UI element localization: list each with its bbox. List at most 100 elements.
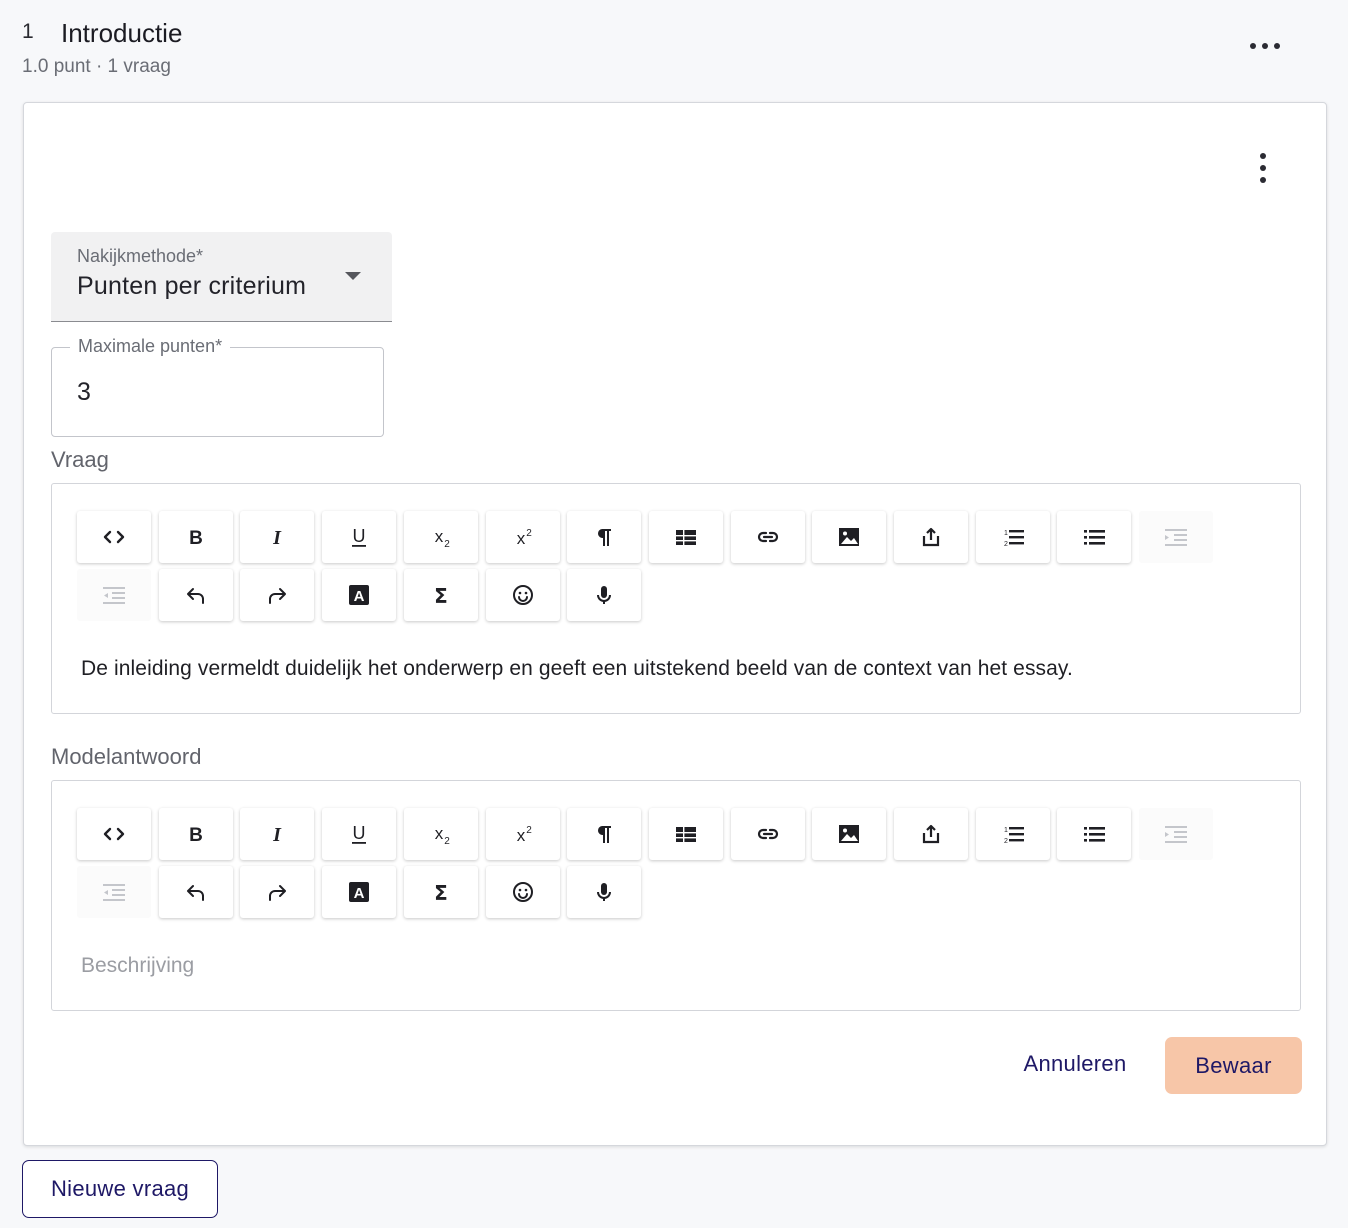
image-button[interactable] — [812, 511, 887, 563]
bullet-list-button[interactable] — [1057, 511, 1132, 563]
section-meta: 1.0 punt · 1 vraag — [22, 56, 171, 77]
link-button[interactable] — [730, 808, 805, 860]
bold-icon: B — [185, 823, 207, 845]
superscript-icon: x2 — [512, 526, 534, 548]
svg-text:2: 2 — [444, 836, 450, 845]
svg-text:B: B — [189, 825, 203, 845]
question-more-icon[interactable] — [1253, 153, 1273, 183]
section-more-icon[interactable] — [1250, 36, 1280, 56]
ordered-list-button[interactable]: 12 — [975, 511, 1050, 563]
bullet-list-icon — [1083, 823, 1106, 845]
superscript-button[interactable]: x2 — [485, 808, 560, 860]
bold-button[interactable]: B — [158, 808, 233, 860]
model-answer-placeholder[interactable]: Beschrijving — [81, 954, 194, 978]
new-question-button[interactable]: Nieuwe vraag — [22, 1160, 218, 1218]
subscript-button[interactable]: x2 — [403, 511, 478, 563]
model-answer-label: Modelantwoord — [51, 744, 202, 769]
grading-method-value: Punten per criterium — [77, 272, 307, 300]
grading-method-label: Nakijkmethode* — [77, 246, 204, 266]
svg-text:x: x — [435, 527, 444, 546]
redo-button[interactable] — [240, 569, 315, 621]
text-color-button[interactable]: A — [322, 866, 397, 918]
svg-text:2: 2 — [526, 528, 532, 539]
text-color-button[interactable]: A — [322, 569, 397, 621]
emoji-icon — [512, 881, 534, 903]
underline-button[interactable]: U — [322, 511, 397, 563]
math-button[interactable]: Σ — [403, 866, 478, 918]
cancel-button[interactable]: Annuleren — [1009, 1037, 1141, 1091]
undo-button[interactable] — [158, 569, 233, 621]
code-icon — [103, 526, 125, 548]
code-button[interactable] — [77, 808, 151, 860]
table-icon — [675, 526, 697, 548]
image-button[interactable] — [812, 808, 887, 860]
svg-text:U: U — [353, 526, 366, 546]
superscript-button[interactable]: x2 — [485, 511, 560, 563]
svg-text:x: x — [516, 826, 525, 845]
svg-text:1: 1 — [1004, 827, 1008, 834]
table-icon — [675, 823, 697, 845]
bold-icon: B — [185, 526, 207, 548]
link-icon — [757, 526, 779, 548]
upload-button[interactable] — [894, 511, 968, 563]
svg-text:2: 2 — [1004, 541, 1008, 548]
subscript-icon: x2 — [430, 526, 452, 548]
redo-icon — [266, 584, 288, 606]
indent-icon — [1164, 526, 1188, 548]
svg-text:Σ: Σ — [434, 584, 448, 606]
indent-button — [1139, 511, 1214, 563]
link-icon — [757, 823, 779, 845]
indent-button — [1139, 808, 1214, 860]
svg-text:2: 2 — [444, 539, 450, 548]
text-color-icon: A — [348, 584, 370, 606]
text-color-icon: A — [348, 881, 370, 903]
paragraph-button[interactable] — [567, 808, 642, 860]
max-points-field[interactable]: Maximale punten* 3 — [51, 336, 384, 437]
underline-button[interactable]: U — [322, 808, 397, 860]
microphone-icon — [593, 881, 615, 903]
section-number: 1 — [22, 20, 34, 43]
link-button[interactable] — [730, 511, 805, 563]
save-button[interactable]: Bewaar — [1165, 1037, 1302, 1094]
emoji-button[interactable] — [485, 866, 560, 918]
ordered-list-button[interactable]: 12 — [975, 808, 1050, 860]
italic-button[interactable]: I — [240, 511, 315, 563]
svg-text:2: 2 — [1004, 838, 1008, 845]
subscript-button[interactable]: x2 — [403, 808, 478, 860]
microphone-button[interactable] — [567, 569, 642, 621]
outdent-button — [77, 866, 151, 918]
undo-icon — [185, 584, 207, 606]
table-button[interactable] — [648, 511, 723, 563]
italic-button[interactable]: I — [240, 808, 315, 860]
superscript-icon: x2 — [512, 823, 534, 845]
upload-button[interactable] — [894, 808, 968, 860]
question-editor[interactable]: BIUx2x212AΣ De inleiding vermeldt duidel… — [51, 483, 1301, 714]
outdent-button — [77, 569, 151, 621]
paragraph-icon — [593, 526, 615, 548]
emoji-button[interactable] — [485, 569, 560, 621]
svg-text:I: I — [272, 527, 282, 548]
math-icon: Σ — [430, 584, 452, 606]
section-header: 1 Introductie 1.0 punt · 1 vraag — [22, 18, 1322, 82]
underline-icon: U — [348, 823, 370, 845]
model-answer-editor[interactable]: BIUx2x212AΣ Beschrijving — [51, 780, 1301, 1011]
redo-button[interactable] — [240, 866, 315, 918]
max-points-label: Maximale punten* — [70, 336, 231, 357]
image-icon — [838, 526, 860, 548]
code-button[interactable] — [77, 511, 151, 563]
microphone-button[interactable] — [567, 866, 642, 918]
table-button[interactable] — [648, 808, 723, 860]
question-text[interactable]: De inleiding vermeldt duidelijk het onde… — [81, 657, 1073, 681]
bold-button[interactable]: B — [158, 511, 233, 563]
outdent-icon — [102, 584, 126, 606]
svg-text:x: x — [516, 529, 525, 548]
math-button[interactable]: Σ — [403, 569, 478, 621]
subscript-icon: x2 — [430, 823, 452, 845]
grading-method-select[interactable]: Nakijkmethode* Punten per criterium — [51, 232, 392, 322]
undo-button[interactable] — [158, 866, 233, 918]
bullet-list-button[interactable] — [1057, 808, 1132, 860]
indent-icon — [1164, 823, 1188, 845]
code-icon — [103, 823, 125, 845]
paragraph-button[interactable] — [567, 511, 642, 563]
italic-icon: I — [266, 823, 288, 845]
